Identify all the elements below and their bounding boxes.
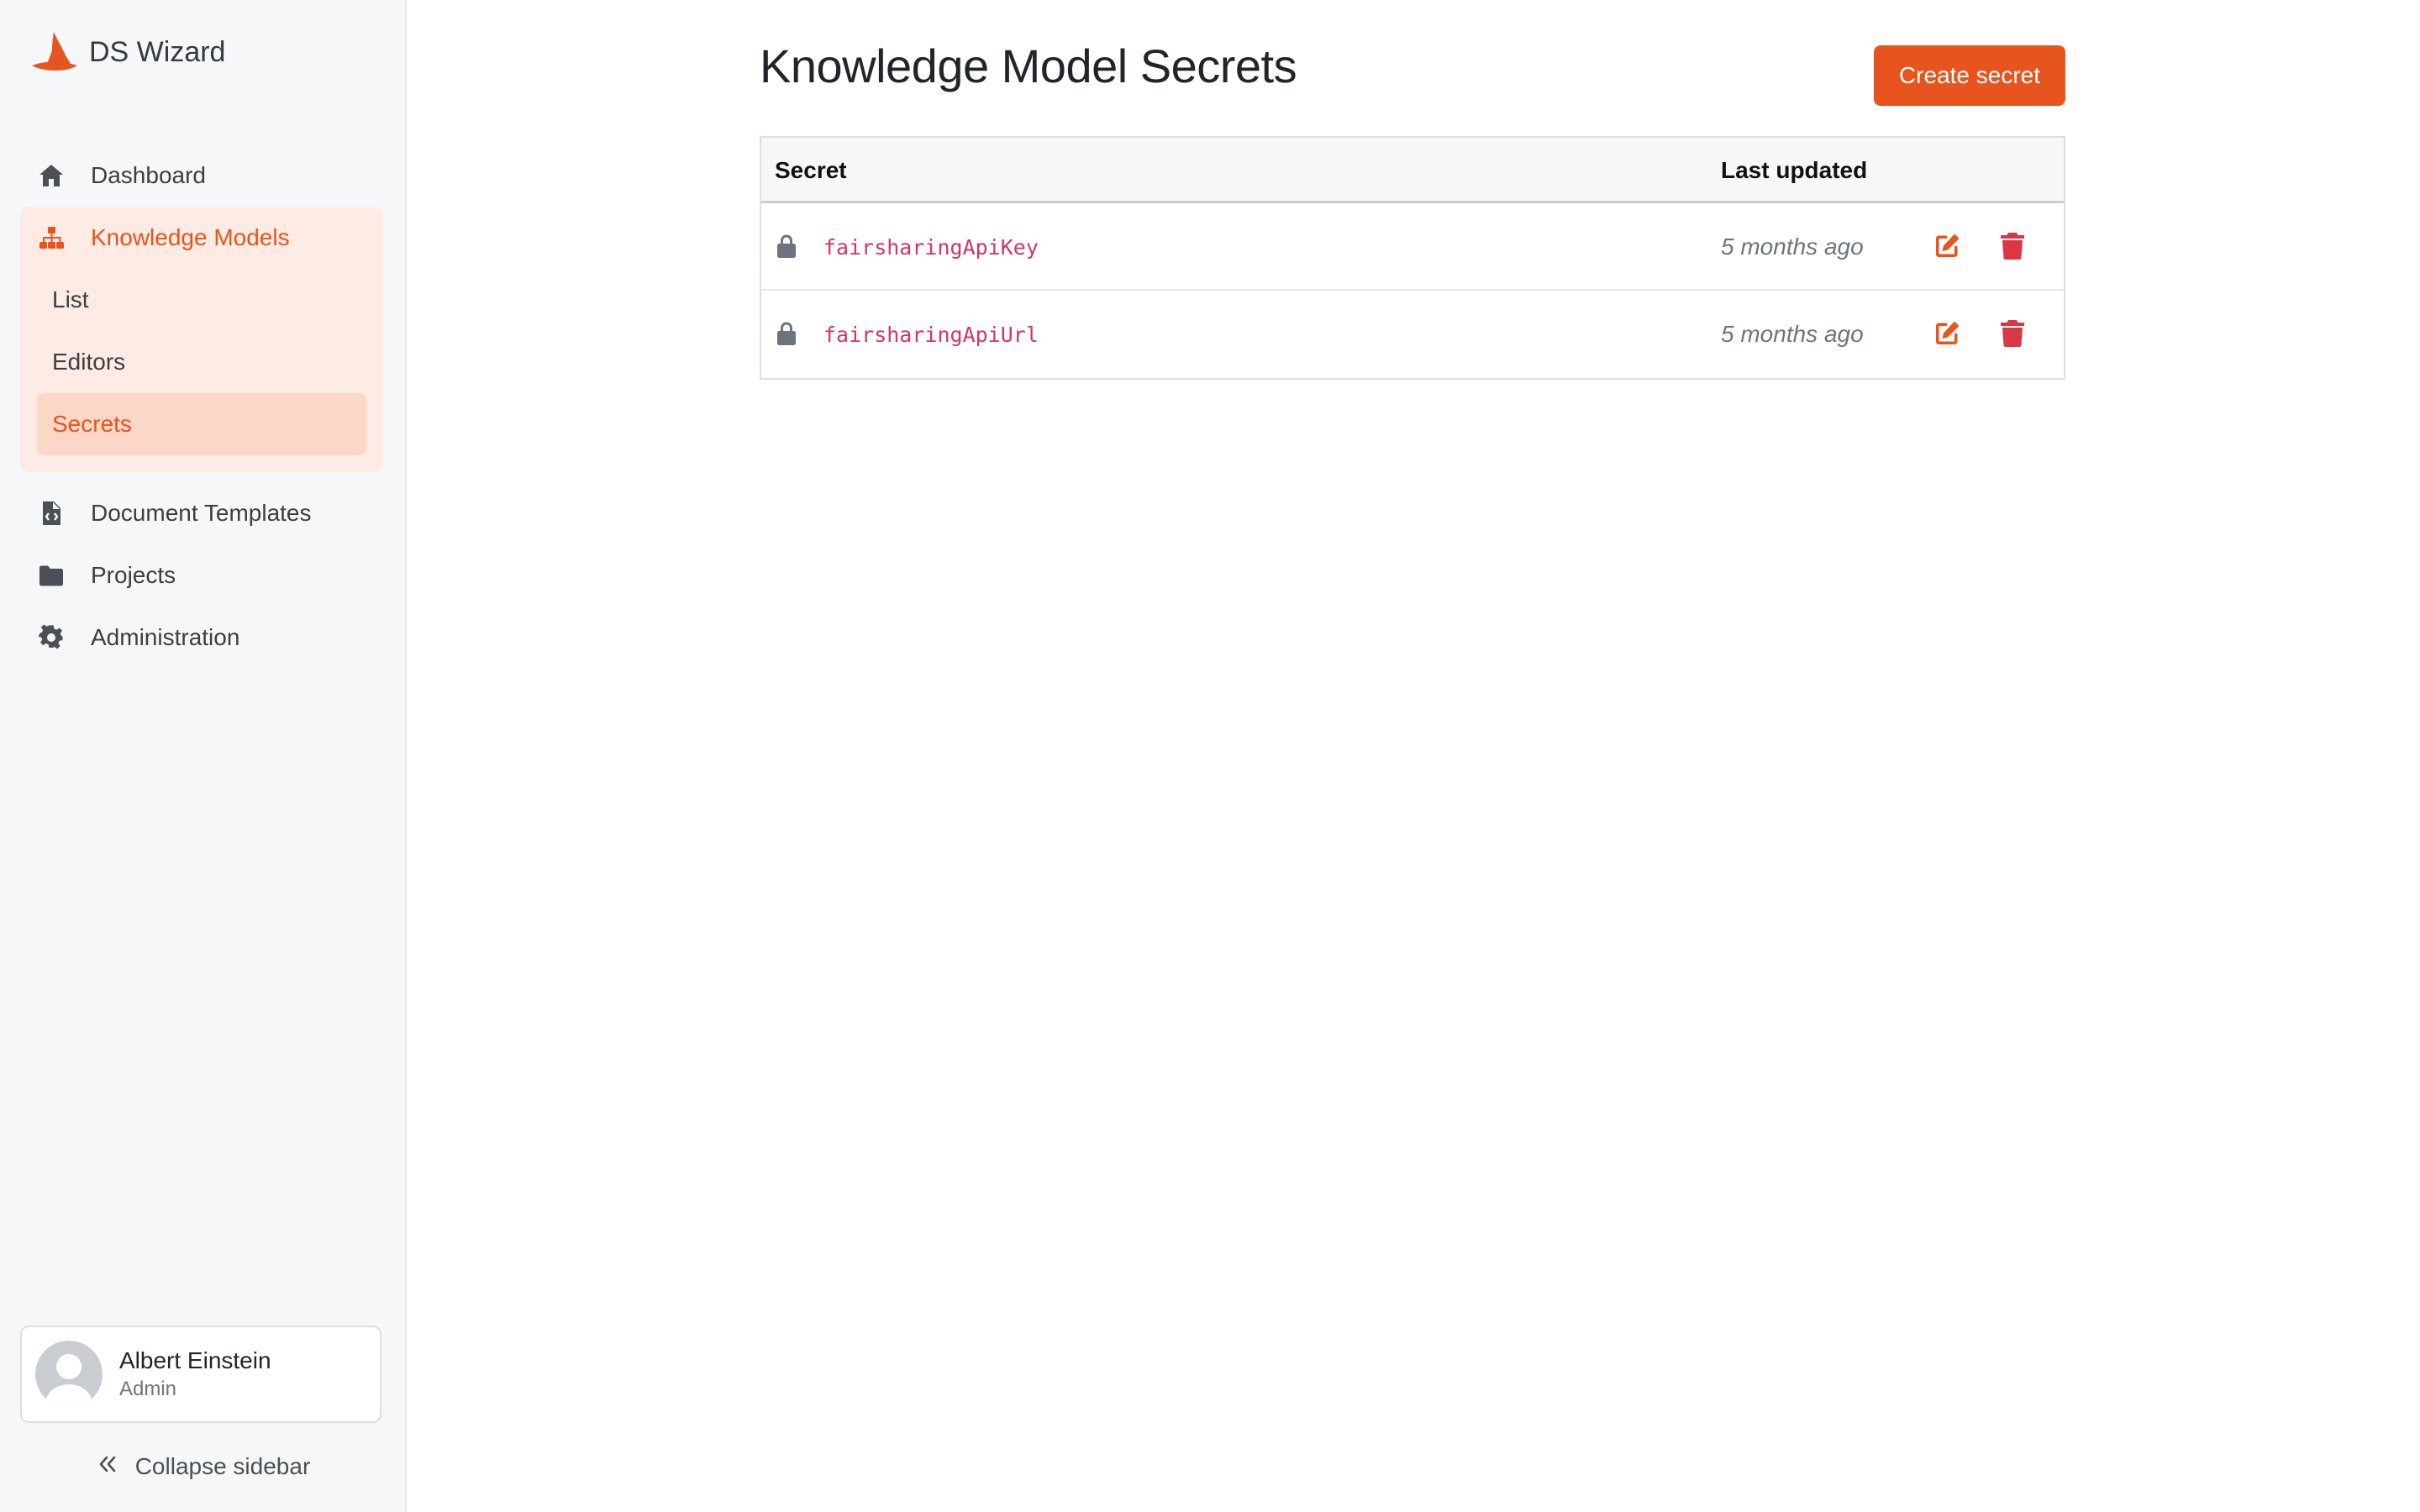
secret-name[interactable]: fairsharingApiUrl [823, 291, 1039, 378]
sidebar-item-label: Administration [91, 624, 240, 650]
secret-name[interactable]: fairsharingApiKey [823, 203, 1039, 291]
double-chevron-left-icon [97, 1453, 118, 1481]
last-updated: 5 months ago [1721, 321, 1864, 347]
sidebar-item-label: Dashboard [91, 162, 206, 188]
last-updated: 5 months ago [1721, 234, 1864, 260]
collapse-sidebar-label: Collapse sidebar [134, 1453, 311, 1479]
sidebar-item-document-templates[interactable]: Document Templates [20, 482, 383, 544]
sidebar-item-label: Knowledge Models [91, 224, 290, 250]
knowledge-models-group: Knowledge Models List Editors Secrets [20, 207, 383, 472]
sidebar-item-administration[interactable]: Administration [20, 606, 383, 669]
knowledge-models-subnav: List Editors Secrets [20, 269, 383, 455]
sidebar-subitem-editors[interactable]: Editors [37, 331, 366, 393]
table-row: fairsharingApiKey 5 months ago [761, 203, 2064, 291]
profile-name: Albert Einstein [119, 1347, 271, 1373]
sidebar-item-knowledge-models[interactable]: Knowledge Models [20, 207, 383, 269]
sidebar-item-label: Document Templates [91, 500, 312, 526]
house-icon [37, 161, 66, 190]
sidebar: DS Wizard Dashboard Knowledge Models Lis… [0, 0, 407, 1512]
file-code-icon [37, 499, 66, 528]
app-window: DS Wizard Dashboard Knowledge Models Lis… [0, 0, 2420, 1512]
edit-icon[interactable] [1933, 232, 1961, 260]
sitemap-icon [37, 223, 66, 252]
user-profile-card[interactable]: Albert Einstein Admin [20, 1326, 381, 1423]
wizard-hat-logo-icon [29, 30, 79, 74]
column-header-secret[interactable]: Secret [775, 138, 847, 203]
avatar [35, 1341, 103, 1408]
main-content: Knowledge Model Secrets Create secret Se… [408, 0, 2420, 1512]
profile-text: Albert Einstein Admin [119, 1346, 271, 1403]
brand-name: DS Wizard [89, 35, 226, 68]
trash-icon[interactable] [2000, 232, 2025, 260]
create-secret-button[interactable]: Create secret [1874, 45, 2065, 106]
sidebar-subitem-list[interactable]: List [37, 269, 366, 331]
profile-role: Admin [119, 1378, 177, 1400]
table-header: Secret Last updated [761, 138, 2064, 203]
table-row: fairsharingApiUrl 5 months ago [761, 291, 2064, 378]
lock-icon [775, 234, 798, 259]
folder-icon [37, 561, 66, 590]
sidebar-item-dashboard[interactable]: Dashboard [20, 144, 383, 207]
gear-icon [37, 623, 66, 652]
page-title: Knowledge Model Secrets [760, 39, 1297, 92]
trash-icon[interactable] [2000, 319, 2025, 348]
secrets-table: Secret Last updated fairsharingApiKey 5 … [760, 136, 2065, 380]
brand-link[interactable]: DS Wizard [29, 29, 225, 76]
sidebar-subitem-secrets[interactable]: Secrets [37, 393, 366, 455]
lock-icon [775, 321, 798, 346]
collapse-sidebar-button[interactable]: Collapse sidebar [0, 1443, 407, 1490]
column-header-last-updated[interactable]: Last updated [1721, 138, 1867, 203]
sidebar-item-label: Projects [91, 562, 176, 588]
sidebar-item-projects[interactable]: Projects [20, 544, 383, 606]
main-nav: Dashboard Knowledge Models List Editors … [20, 144, 383, 669]
edit-icon[interactable] [1933, 319, 1961, 348]
